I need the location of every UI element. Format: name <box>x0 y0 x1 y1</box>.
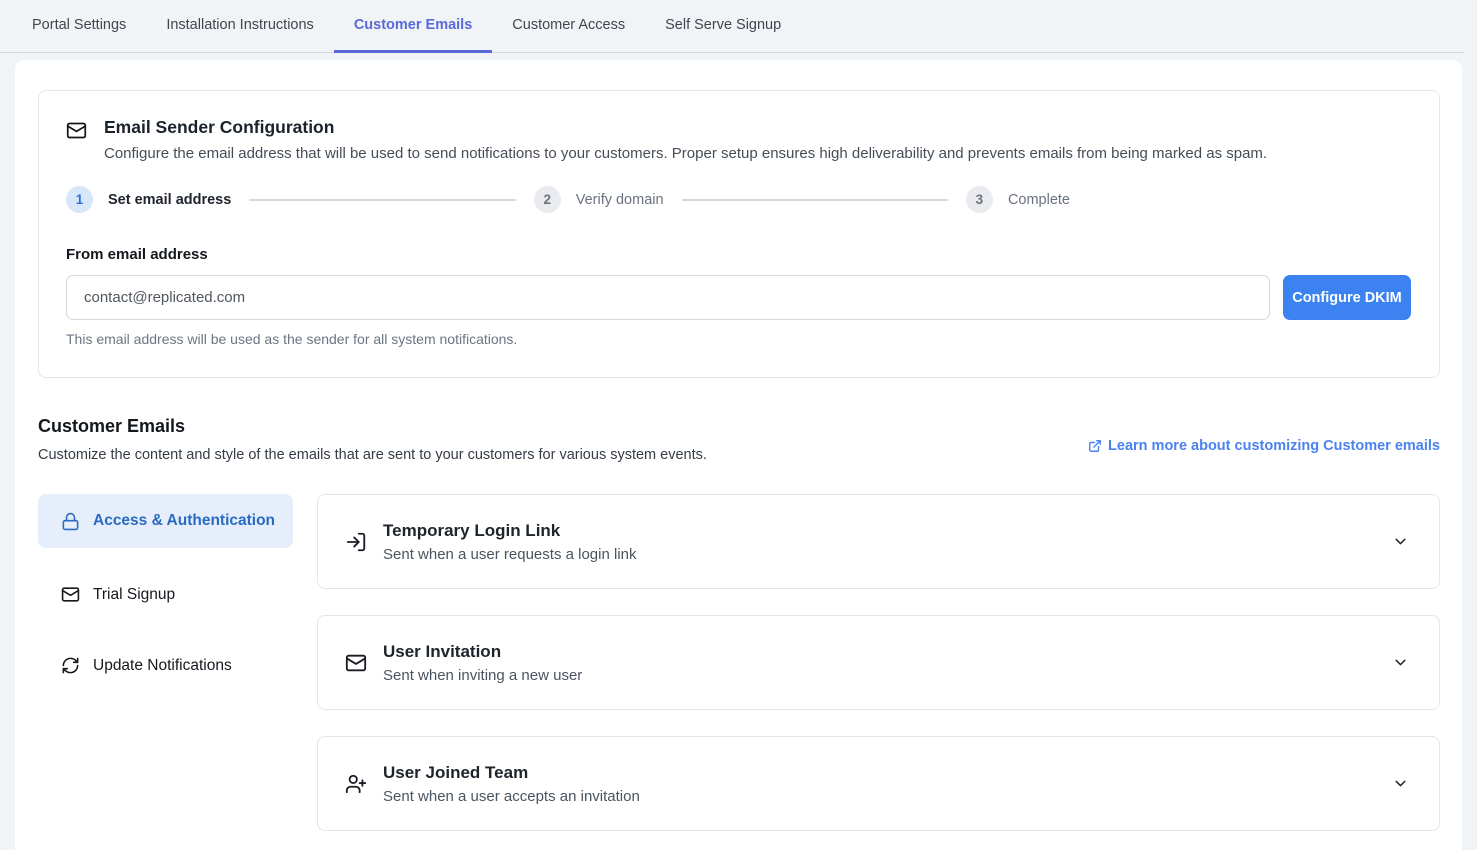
step-label: Verify domain <box>576 192 664 208</box>
step-connector <box>249 199 515 201</box>
sidebar-item-label: Access & Authentication <box>93 509 275 533</box>
tab-portal-settings[interactable]: Portal Settings <box>12 0 146 53</box>
tab-customer-access[interactable]: Customer Access <box>492 0 645 53</box>
sidebar-item-trial-signup[interactable]: Trial Signup <box>38 571 293 618</box>
mail-icon <box>61 585 80 604</box>
step-complete: 3 Complete <box>966 186 1070 213</box>
email-template-list: Temporary Login Link Sent when a user re… <box>317 494 1440 831</box>
email-card-subtitle: Sent when a user accepts an invitation <box>383 788 1392 805</box>
email-card-subtitle: Sent when inviting a new user <box>383 667 1392 684</box>
mail-icon <box>66 120 87 141</box>
email-card-title: User Joined Team <box>383 763 1392 783</box>
user-plus-icon <box>345 773 367 795</box>
refresh-icon <box>61 656 80 675</box>
email-card-user-invitation[interactable]: User Invitation Sent when inviting a new… <box>317 615 1440 710</box>
step-number: 2 <box>534 186 561 213</box>
tab-installation-instructions[interactable]: Installation Instructions <box>146 0 334 53</box>
chevron-down-icon[interactable] <box>1392 533 1409 550</box>
step-label: Complete <box>1008 192 1070 208</box>
step-connector <box>682 199 948 201</box>
step-number: 3 <box>966 186 993 213</box>
email-card-title: User Invitation <box>383 642 1392 662</box>
step-label: Set email address <box>108 192 231 208</box>
chevron-down-icon[interactable] <box>1392 654 1409 671</box>
login-icon <box>345 531 367 553</box>
step-verify-domain: 2 Verify domain <box>534 186 664 213</box>
email-setup-stepper: 1 Set email address 2 Verify domain 3 Co… <box>66 186 1070 213</box>
email-sender-configuration-card: Email Sender Configuration Configure the… <box>38 90 1440 378</box>
tab-self-serve-signup[interactable]: Self Serve Signup <box>645 0 801 53</box>
sidebar-item-access-authentication[interactable]: Access & Authentication <box>38 494 293 548</box>
step-number: 1 <box>66 186 93 213</box>
configure-dkim-button[interactable]: Configure DKIM <box>1283 275 1411 320</box>
sender-card-description: Configure the email address that will be… <box>104 145 1267 162</box>
from-email-helper-text: This email address will be used as the s… <box>66 331 1411 347</box>
sidebar-item-label: Trial Signup <box>93 586 175 604</box>
from-email-input[interactable] <box>66 275 1270 320</box>
email-card-subtitle: Sent when a user requests a login link <box>383 546 1392 563</box>
email-card-temporary-login-link[interactable]: Temporary Login Link Sent when a user re… <box>317 494 1440 589</box>
customer-emails-panel: Email Sender Configuration Configure the… <box>15 60 1462 850</box>
tab-customer-emails[interactable]: Customer Emails <box>334 0 492 53</box>
email-card-user-joined-team[interactable]: User Joined Team Sent when a user accept… <box>317 736 1440 831</box>
sidebar-item-update-notifications[interactable]: Update Notifications <box>38 642 293 689</box>
email-category-nav: Access & Authentication Trial Signup Upd… <box>38 494 293 831</box>
learn-more-label: Learn more about customizing Customer em… <box>1108 438 1440 454</box>
lock-icon <box>61 512 80 531</box>
email-card-title: Temporary Login Link <box>383 521 1392 541</box>
mail-icon <box>345 652 367 674</box>
external-link-icon <box>1088 439 1102 453</box>
from-email-label: From email address <box>66 246 1411 263</box>
sender-card-title: Email Sender Configuration <box>104 117 1267 138</box>
step-set-email-address: 1 Set email address <box>66 186 231 213</box>
customer-emails-description: Customize the content and style of the e… <box>38 447 707 463</box>
learn-more-link[interactable]: Learn more about customizing Customer em… <box>1088 429 1440 463</box>
chevron-down-icon[interactable] <box>1392 775 1409 792</box>
settings-tabbar: Portal Settings Installation Instruction… <box>0 0 1464 53</box>
customer-emails-heading: Customer Emails <box>38 416 707 437</box>
sidebar-item-label: Update Notifications <box>93 657 232 675</box>
